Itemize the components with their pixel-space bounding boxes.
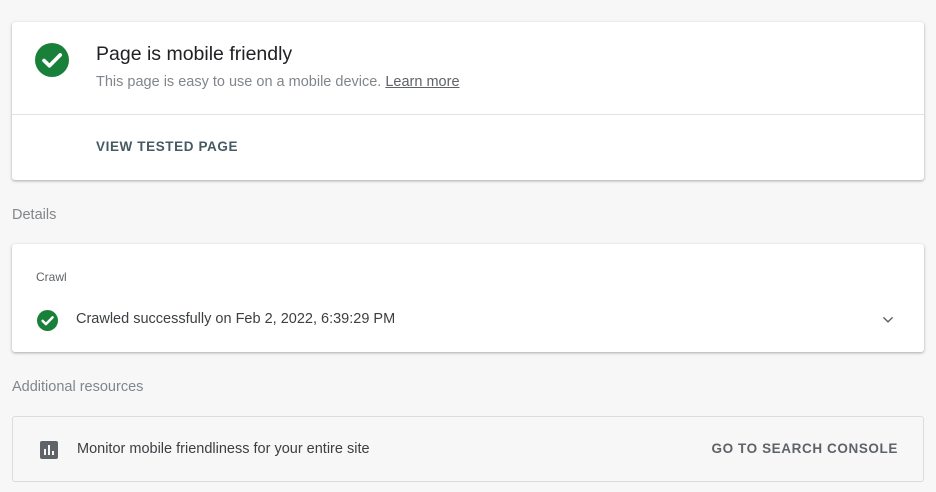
- result-title: Page is mobile friendly: [96, 43, 293, 65]
- result-subtitle-text: This page is easy to use on a mobile dev…: [96, 74, 382, 90]
- result-header: Page is mobile friendly This page is eas…: [12, 22, 924, 115]
- crawl-card: Crawl Crawled successfully on Feb 2, 202…: [12, 244, 924, 352]
- resources-card: Monitor mobile friendliness for your ent…: [12, 416, 924, 482]
- result-subtitle: This page is easy to use on a mobile dev…: [96, 74, 460, 90]
- go-to-search-console-button[interactable]: GO TO SEARCH CONSOLE: [711, 441, 898, 456]
- check-circle-icon: [37, 310, 58, 331]
- chevron-down-icon[interactable]: [879, 311, 897, 329]
- crawl-heading: Crawl: [36, 270, 67, 284]
- crawl-status-text: Crawled successfully on Feb 2, 2022, 6:3…: [76, 311, 396, 327]
- result-card: Page is mobile friendly This page is eas…: [12, 22, 924, 180]
- check-circle-icon: [35, 43, 69, 77]
- learn-more-link[interactable]: Learn more: [385, 74, 459, 90]
- bar-chart-icon: [40, 441, 58, 459]
- view-tested-page-button[interactable]: VIEW TESTED PAGE: [96, 139, 238, 154]
- resource-item-text: Monitor mobile friendliness for your ent…: [77, 441, 370, 457]
- additional-resources-label: Additional resources: [12, 379, 144, 395]
- details-section-label: Details: [12, 207, 57, 223]
- crawl-status-row[interactable]: Crawled successfully on Feb 2, 2022, 6:3…: [12, 302, 924, 338]
